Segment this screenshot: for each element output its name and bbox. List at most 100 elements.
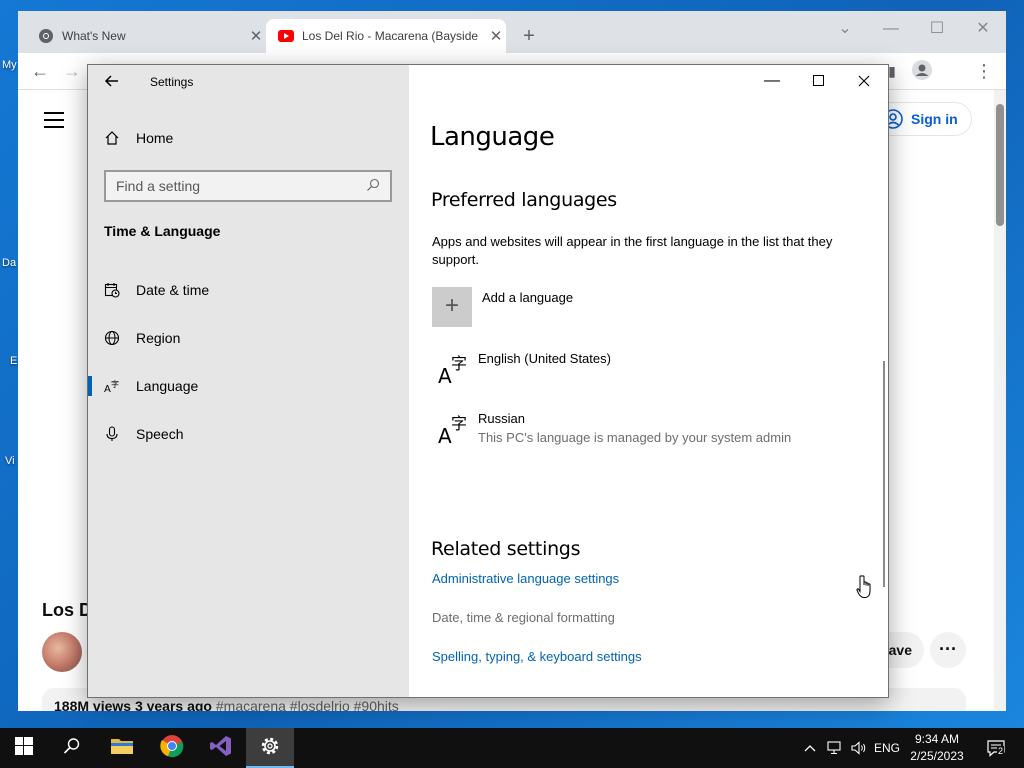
start-button[interactable] — [0, 728, 48, 768]
chrome-icon — [160, 734, 184, 763]
nav-label: Region — [136, 330, 181, 346]
nav-language[interactable]: A字 Language — [88, 366, 409, 406]
date-time-formatting-link[interactable]: Date, time & regional formatting — [432, 610, 615, 625]
search-icon — [366, 178, 380, 195]
nav-region[interactable]: Region — [88, 318, 409, 358]
notifications-button[interactable]: 2 — [978, 728, 1014, 768]
minimize-icon[interactable]: — — [749, 65, 795, 97]
forward-icon[interactable]: → — [58, 57, 86, 85]
related-settings-heading: Related settings — [431, 538, 581, 560]
gear-icon — [259, 735, 281, 762]
nav-label: Date & time — [136, 282, 210, 298]
taskbar-clock[interactable]: 9:34 AM 2/25/2023 — [904, 731, 970, 765]
windows-logo-icon — [15, 736, 33, 760]
content-scrollbar[interactable] — [883, 361, 885, 587]
visual-studio-icon — [209, 734, 233, 763]
clock-time: 9:34 AM — [914, 732, 960, 746]
settings-window: Settings Home Find a setting Time & Lang… — [87, 64, 889, 698]
notification-icon: 2 — [986, 739, 1006, 757]
file-explorer-button[interactable] — [98, 728, 146, 768]
spelling-typing-keyboard-link[interactable]: Spelling, typing, & keyboard settings — [432, 649, 642, 664]
language-name: Russian — [478, 411, 525, 426]
avatar[interactable] — [42, 632, 82, 672]
svg-text:字: 字 — [111, 379, 119, 389]
more-actions-button[interactable]: ··· — [930, 632, 966, 668]
desktop-icon-label[interactable]: E — [10, 355, 17, 367]
search-button[interactable] — [48, 728, 96, 768]
folder-icon — [110, 736, 134, 761]
nav-speech[interactable]: Speech — [88, 414, 409, 454]
tab-search-icon[interactable]: ⌄ — [822, 15, 868, 43]
search-placeholder: Find a setting — [116, 178, 201, 194]
tab-youtube[interactable]: Los Del Rio - Macarena (Bayside ✕ — [266, 19, 506, 53]
tab-title: What's New — [62, 29, 126, 43]
search-icon — [63, 737, 81, 760]
svg-text:字: 字 — [451, 414, 467, 433]
close-icon[interactable] — [841, 65, 887, 97]
section-title: Time & Language — [104, 223, 221, 239]
tab-whats-new[interactable]: What's New ✕ — [26, 19, 266, 53]
home-icon — [88, 130, 136, 146]
chrome-icon — [38, 28, 54, 44]
profile-icon[interactable] — [908, 59, 936, 87]
calendar-clock-icon — [88, 282, 136, 298]
hamburger-menu-icon[interactable] — [44, 112, 64, 128]
language-icon: A字 — [88, 378, 136, 394]
close-tab-icon[interactable]: ✕ — [486, 27, 506, 45]
desktop-icon-label[interactable]: Vi — [5, 455, 15, 467]
youtube-icon — [278, 28, 294, 44]
desktop-icon-label[interactable]: My — [2, 59, 17, 71]
settings-content: — Language Preferred languages Apps and … — [409, 65, 888, 697]
svg-text:A: A — [104, 384, 111, 394]
new-tab-button[interactable]: + — [516, 23, 542, 49]
network-icon[interactable] — [824, 728, 846, 768]
language-icon: A字 — [437, 411, 471, 448]
back-arrow-icon[interactable] — [102, 71, 126, 95]
plus-icon: + — [432, 287, 472, 327]
language-item-english[interactable]: A字 English (United States) — [432, 351, 852, 395]
svg-text:A: A — [438, 424, 452, 445]
language-item-russian[interactable]: A字 Russian This PC's language is managed… — [432, 411, 852, 455]
language-note: This PC's language is managed by your sy… — [478, 430, 792, 445]
nav-label: Home — [136, 130, 174, 146]
page-scrollbar[interactable] — [994, 90, 1006, 711]
tab-strip: What's New ✕ Los Del Rio - Macarena (Bay… — [18, 11, 1006, 53]
maximize-icon[interactable]: ☐ — [914, 15, 960, 43]
globe-icon — [88, 330, 136, 346]
add-language-label: Add a language — [482, 290, 574, 305]
close-tab-icon[interactable]: ✕ — [246, 27, 266, 45]
svg-text:字: 字 — [451, 354, 467, 373]
desktop-icon-label[interactable]: Da — [2, 257, 16, 269]
minimize-icon[interactable]: — — [868, 15, 914, 43]
preferred-languages-heading: Preferred languages — [431, 189, 617, 211]
app-title: Settings — [150, 75, 194, 89]
close-icon[interactable]: ✕ — [960, 15, 1006, 43]
svg-text:A: A — [438, 364, 452, 385]
clock-date: 2/25/2023 — [910, 749, 964, 763]
settings-sidebar: Settings Home Find a setting Time & Lang… — [88, 65, 409, 697]
settings-taskbar-button[interactable] — [246, 728, 294, 768]
preferred-languages-description: Apps and websites will appear in the fir… — [432, 234, 833, 267]
maximize-icon[interactable] — [795, 65, 841, 97]
microphone-icon — [88, 426, 136, 442]
tab-title: Los Del Rio - Macarena (Bayside — [302, 29, 479, 43]
hashtags[interactable]: #macarena #losdelrio #90hits — [216, 698, 399, 711]
chevron-up-icon[interactable] — [800, 728, 820, 768]
back-icon[interactable]: ← — [26, 57, 54, 85]
admin-language-settings-link[interactable]: Administrative language settings — [432, 571, 619, 586]
chrome-taskbar-button[interactable] — [148, 728, 196, 768]
view-count: 188M views 3 years ago — [54, 698, 216, 711]
visual-studio-button[interactable] — [197, 728, 245, 768]
input-language-indicator[interactable]: ENG — [872, 728, 902, 768]
nav-home[interactable]: Home — [88, 118, 409, 158]
video-title: Los D — [42, 600, 93, 620]
add-language-button[interactable]: + Add a language — [432, 287, 732, 327]
scrollbar-thumb[interactable] — [996, 104, 1004, 226]
volume-icon[interactable] — [848, 728, 870, 768]
menu-dots-icon[interactable]: ⋮ — [970, 57, 998, 85]
nav-date-time[interactable]: Date & time — [88, 270, 409, 310]
sign-in-label: Sign in — [911, 111, 958, 127]
page-title: Language — [430, 122, 555, 152]
nav-label: Speech — [136, 426, 184, 442]
search-input[interactable]: Find a setting — [104, 170, 392, 202]
